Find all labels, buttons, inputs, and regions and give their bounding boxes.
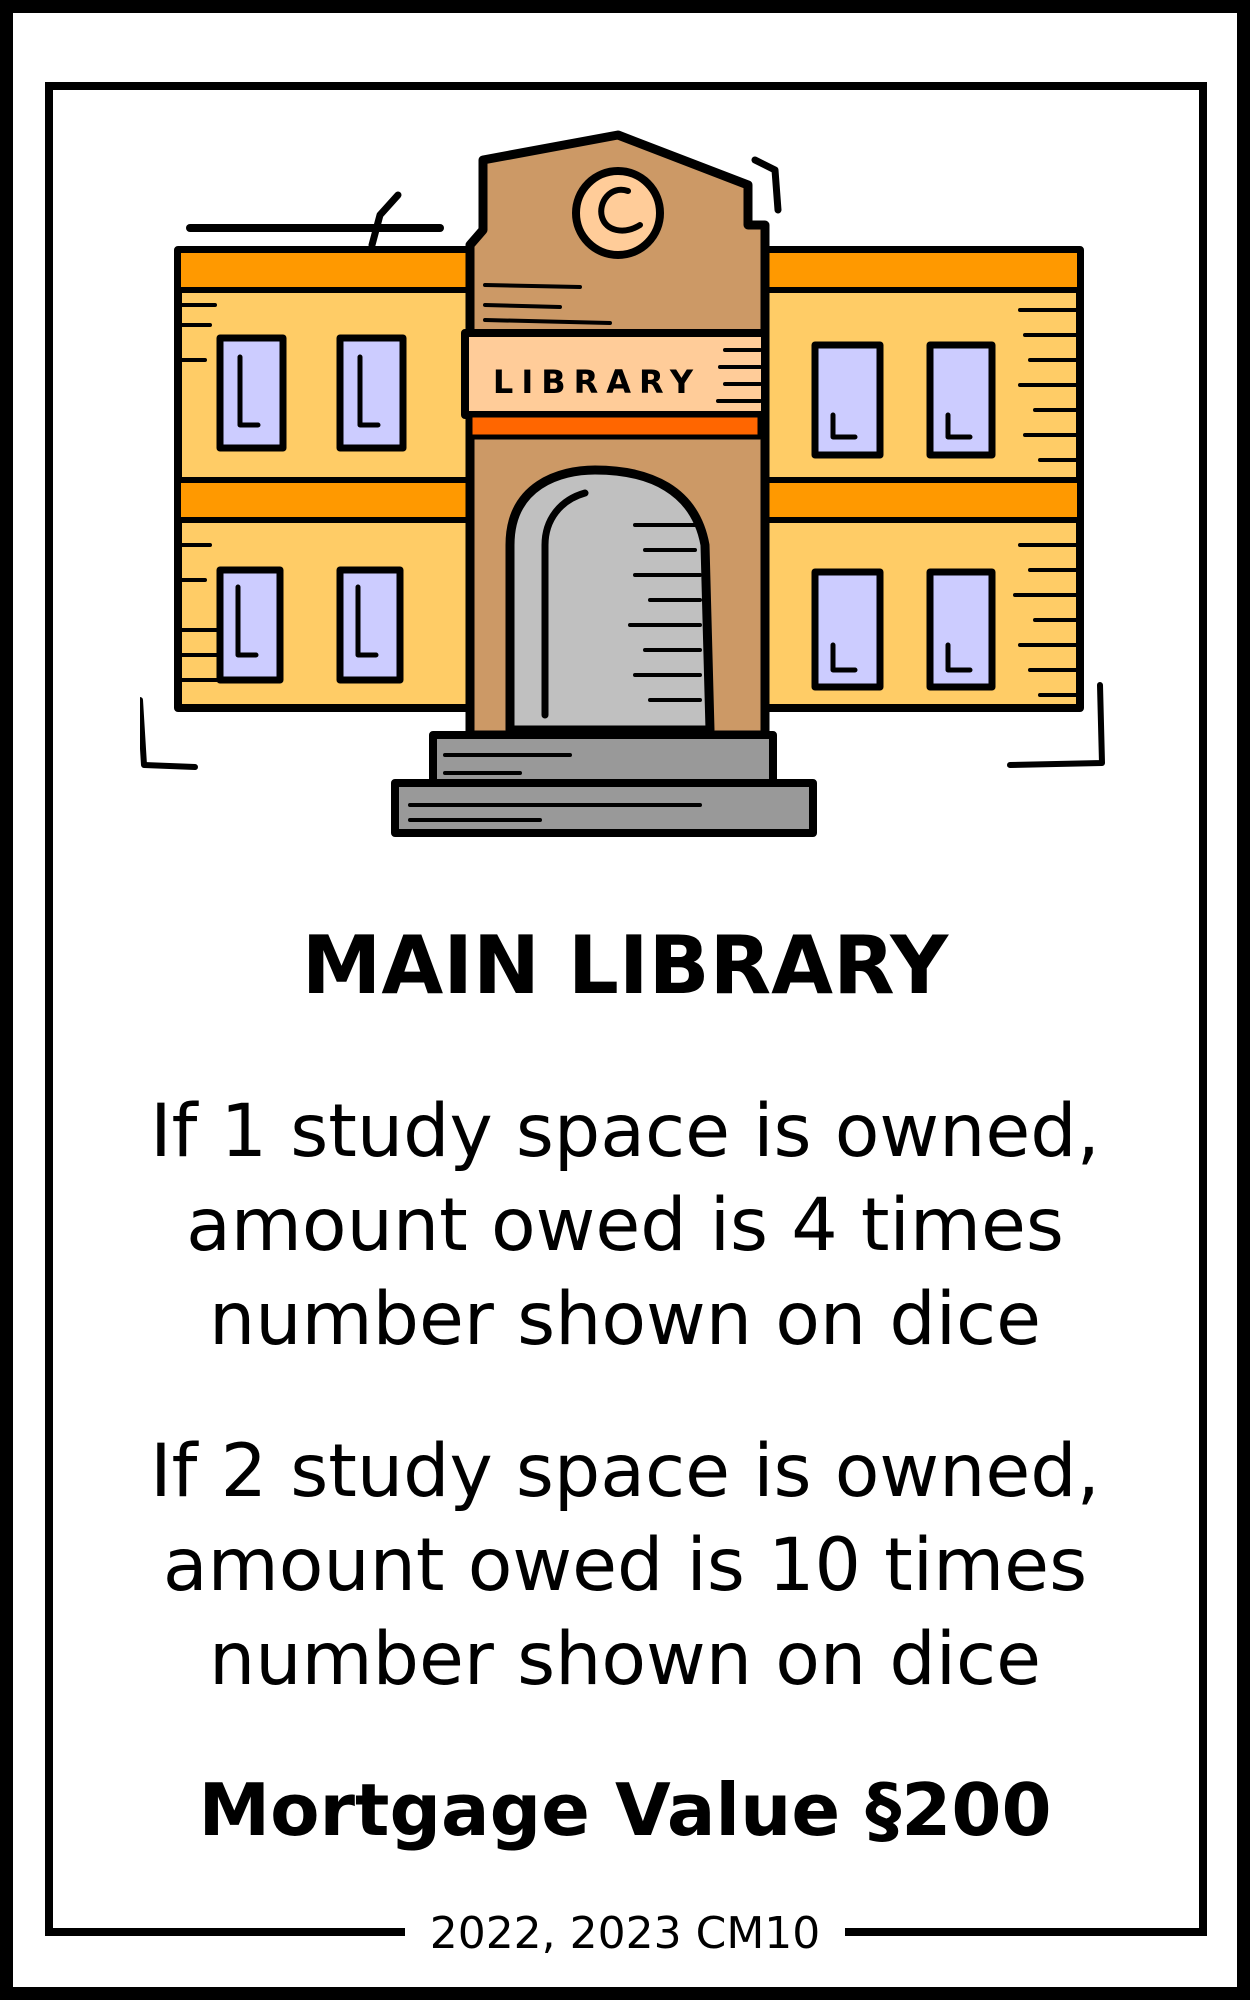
card-footer: 2022, 2023 CM10 [405,1904,845,1964]
top-step [429,731,777,787]
rule-line: amount owed is 4 times [186,1183,1064,1268]
rent-rule-one-owned: If 1 study space is owned, amount owed i… [0,1085,1250,1367]
property-title: MAIN LIBRARY [301,919,949,1012]
rule-line: number shown on dice [208,1277,1042,1362]
mortgage-value: Mortgage Value §200 [198,1768,1052,1852]
right-wing-mid-stripe [752,477,1083,523]
clock-icon [572,167,664,259]
library-sign-text: LIBRARY [493,363,701,401]
rule-line: If 1 study space is owned, [150,1089,1100,1174]
bottom-step [391,779,817,837]
rule-line: amount owed is 10 times [162,1523,1088,1608]
tower-accent-band [467,412,763,440]
library-building-icon: LIBRARY [140,130,1105,837]
rule-line: number shown on dice [208,1617,1042,1702]
rent-rule-two-owned: If 2 study space is owned, amount owed i… [0,1425,1250,1707]
right-wing-roof-stripe [742,247,1083,293]
rule-line: If 2 study space is owned, [150,1429,1100,1514]
